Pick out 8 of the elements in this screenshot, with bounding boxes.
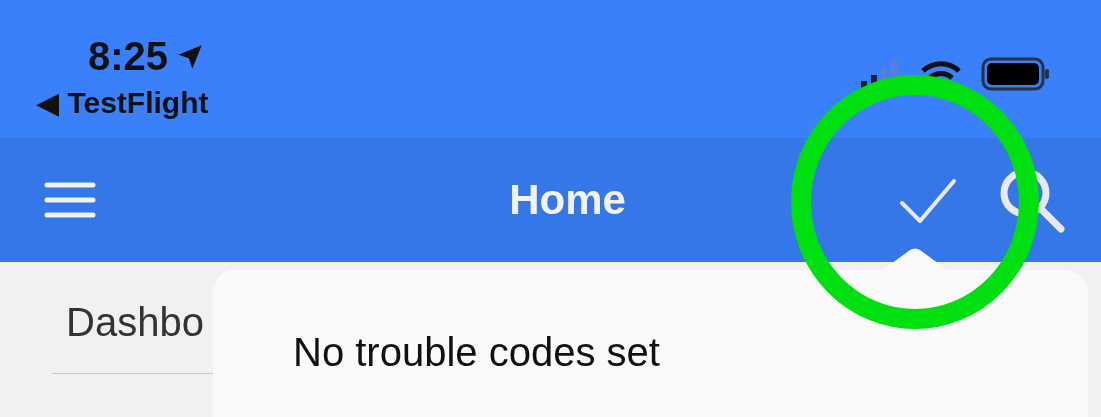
checkmark-button[interactable] — [899, 177, 959, 223]
back-link[interactable]: ◀ TestFlight — [36, 85, 209, 120]
popover-message: No trouble codes set — [293, 330, 660, 374]
status-time: 8:25 — [88, 34, 169, 79]
location-arrow-icon — [176, 42, 205, 71]
battery-icon — [981, 57, 1051, 91]
menu-button[interactable] — [44, 180, 96, 220]
nav-title: Home — [508, 176, 627, 224]
